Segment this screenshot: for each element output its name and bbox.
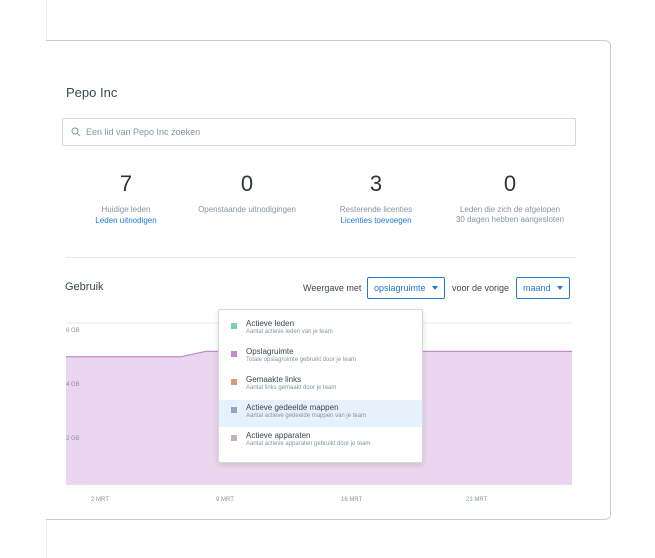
y-tick-4gb: 4 GB: [66, 382, 80, 388]
legend-swatch: [231, 435, 237, 441]
legend-swatch: [231, 351, 237, 357]
period-label: voor de vorige: [452, 283, 510, 293]
stat-current-members: 7 Huidige leden Leden uitnodigen: [56, 171, 196, 226]
stat-label: Openstaande uitnodigingen: [198, 205, 296, 214]
menu-item-links-created[interactable]: Gemaakte links Aantal links gemaakt door…: [219, 372, 422, 399]
invite-members-link[interactable]: Leden uitnodigen: [56, 216, 196, 226]
menu-item-active-members[interactable]: Actieve leden Aantal actieve leden van j…: [219, 316, 422, 343]
menu-item-subtitle: Aantal actieve gedeelde mappen van je te…: [246, 413, 367, 419]
search-icon: [71, 127, 81, 137]
menu-item-title: Actieve leden: [246, 319, 295, 328]
stat-remaining-licenses: 3 Resterende licenties Licenties toevoeg…: [306, 171, 446, 226]
stat-joined-members: 0 Leden die zich de afgelopen 30 dagen h…: [440, 171, 580, 225]
x-tick: 16 MRT: [341, 497, 363, 503]
menu-item-storage[interactable]: Opslagruimte Totale opslagruimte gebruik…: [219, 344, 422, 371]
stat-value: 3: [369, 171, 383, 196]
add-licenses-link[interactable]: Licenties toevoegen: [306, 216, 446, 226]
team-title: Pepo Inc: [66, 85, 118, 100]
usage-title: Gebruik: [65, 281, 104, 293]
stat-value: 7: [119, 171, 133, 196]
x-tick: 23 MRT: [466, 497, 488, 503]
menu-item-subtitle: Totale opslagruimte gebruikt door je tea…: [246, 357, 357, 363]
menu-item-subtitle: Aantal links gemaakt door je team: [246, 385, 337, 391]
menu-item-subtitle: Aantal actieve leden van je team: [246, 329, 333, 335]
section-divider: [66, 257, 576, 258]
metric-select-value: opslagruimte: [374, 283, 426, 293]
search-input[interactable]: [86, 127, 566, 137]
stat-label-line1: Leden die zich de afgelopen: [459, 205, 561, 214]
stat-value: 0: [240, 171, 254, 196]
member-search[interactable]: [62, 118, 576, 146]
stat-value: 0: [503, 171, 517, 196]
menu-item-shared-folders[interactable]: Actieve gedeelde mappen Aantal actieve g…: [219, 400, 422, 427]
stat-pending-invites: 0 Openstaande uitnodigingen: [177, 171, 317, 215]
stat-label: Resterende licenties: [339, 205, 413, 214]
menu-item-title: Opslagruimte: [246, 347, 294, 356]
chevron-down-icon: [556, 286, 563, 290]
menu-item-active-devices[interactable]: Actieve apparaten Aantal actieve apparat…: [219, 428, 422, 455]
team-card: Pepo Inc 7 Huidige leden Leden uitnodige…: [46, 40, 611, 520]
y-tick-6gb: 6 GB: [66, 328, 80, 334]
stat-label: Leden die zich de afgelopen 30 dagen heb…: [440, 205, 580, 225]
stat-label-line2: 30 dagen hebben aangesloten: [455, 215, 565, 224]
legend-swatch: [231, 407, 237, 413]
menu-item-subtitle: Aantal actieve apparaten gebruikt door j…: [246, 441, 371, 447]
legend-swatch: [231, 323, 237, 329]
x-tick: 9 MRT: [216, 497, 234, 503]
chevron-down-icon: [431, 286, 438, 290]
stat-label: Huidige leden: [101, 205, 151, 214]
menu-item-title: Gemaakte links: [246, 375, 302, 384]
x-tick: 2 MRT: [91, 497, 109, 503]
period-select[interactable]: maand: [516, 277, 570, 299]
period-select-value: maand: [523, 283, 551, 293]
legend-swatch: [231, 379, 237, 385]
metric-dropdown-menu: Actieve leden Aantal actieve leden van j…: [218, 309, 423, 463]
view-label: Weergave met: [303, 283, 362, 293]
menu-item-title: Actieve gedeelde mappen: [246, 403, 339, 412]
menu-item-title: Actieve apparaten: [246, 431, 311, 440]
y-tick-2gb: 2 GB: [66, 436, 80, 442]
metric-select[interactable]: opslagruimte: [367, 277, 445, 299]
